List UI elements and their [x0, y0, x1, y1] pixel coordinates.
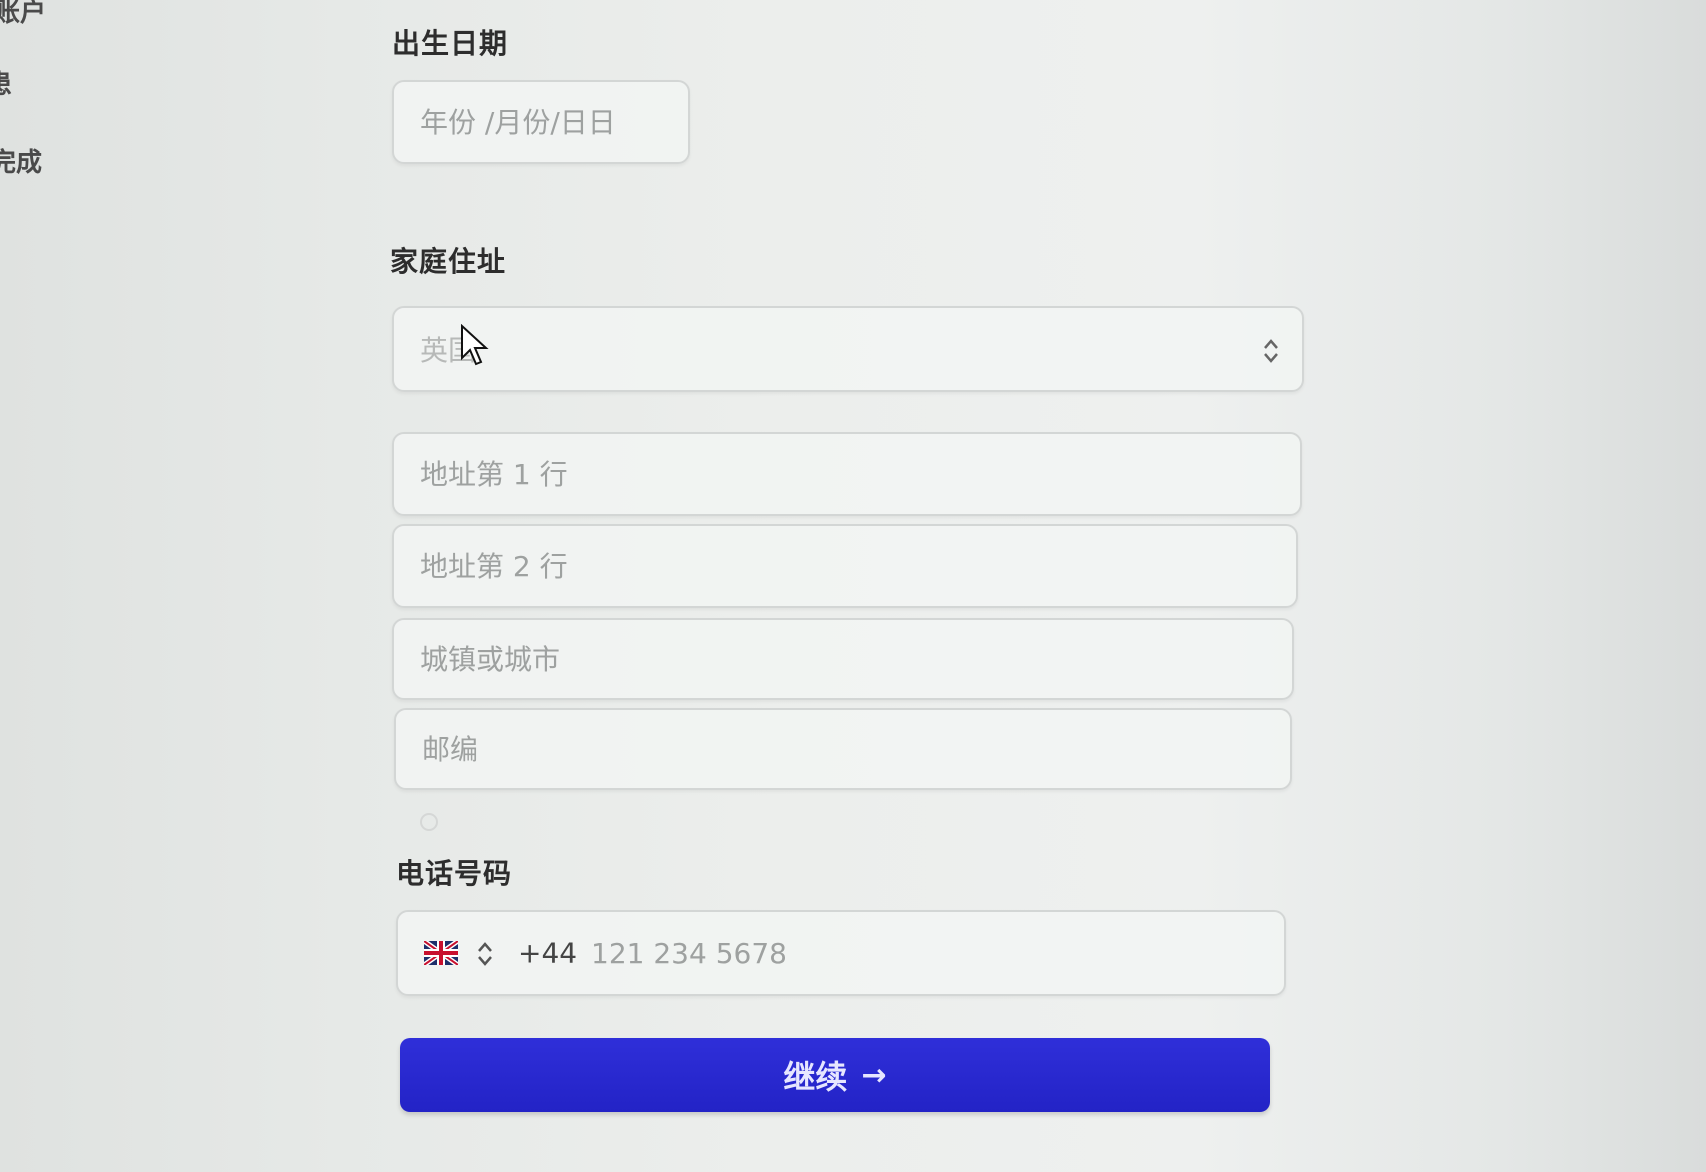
- address-line1-input[interactable]: [394, 434, 1300, 514]
- address-line2-input[interactable]: [394, 526, 1296, 606]
- arrow-right-icon: →: [861, 1057, 887, 1093]
- city-input[interactable]: [394, 620, 1292, 698]
- phone-field[interactable]: +44: [396, 910, 1286, 996]
- nav-item-account[interactable]: 账户: [0, 0, 46, 29]
- nav-item-complete[interactable]: 完成: [0, 142, 42, 179]
- dob-field[interactable]: [392, 80, 690, 164]
- city-field[interactable]: [392, 618, 1294, 700]
- mouse-cursor-icon: [461, 324, 489, 366]
- nav-item-step[interactable]: 患: [0, 64, 12, 101]
- continue-button-label: 继续: [783, 1058, 848, 1096]
- phone-number-wrapper: [583, 912, 1284, 994]
- postcode-input[interactable]: [396, 710, 1290, 788]
- side-navigation: 账户 患 完成: [0, 0, 120, 200]
- personal-details-form: 出生日期 家庭住址 英国 电话号码: [388, 0, 1318, 1172]
- uk-flag-icon[interactable]: [424, 941, 458, 965]
- continue-button[interactable]: 继续 →: [400, 1038, 1270, 1112]
- phone-number-input[interactable]: [583, 912, 1284, 994]
- dob-label: 出生日期: [392, 27, 509, 60]
- address-line1-field[interactable]: [392, 432, 1302, 516]
- chevron-up-down-icon: [1264, 339, 1278, 363]
- postcode-field[interactable]: [394, 708, 1292, 790]
- address-label: 家庭住址: [390, 245, 507, 278]
- country-select[interactable]: 英国: [392, 306, 1304, 392]
- country-code-chevron-icon[interactable]: [476, 939, 494, 969]
- info-dot-icon: [420, 813, 438, 831]
- phone-label: 电话号码: [396, 857, 513, 890]
- address-line2-field[interactable]: [392, 524, 1298, 608]
- dob-input[interactable]: [394, 82, 688, 162]
- phone-country-code: +44: [518, 936, 578, 970]
